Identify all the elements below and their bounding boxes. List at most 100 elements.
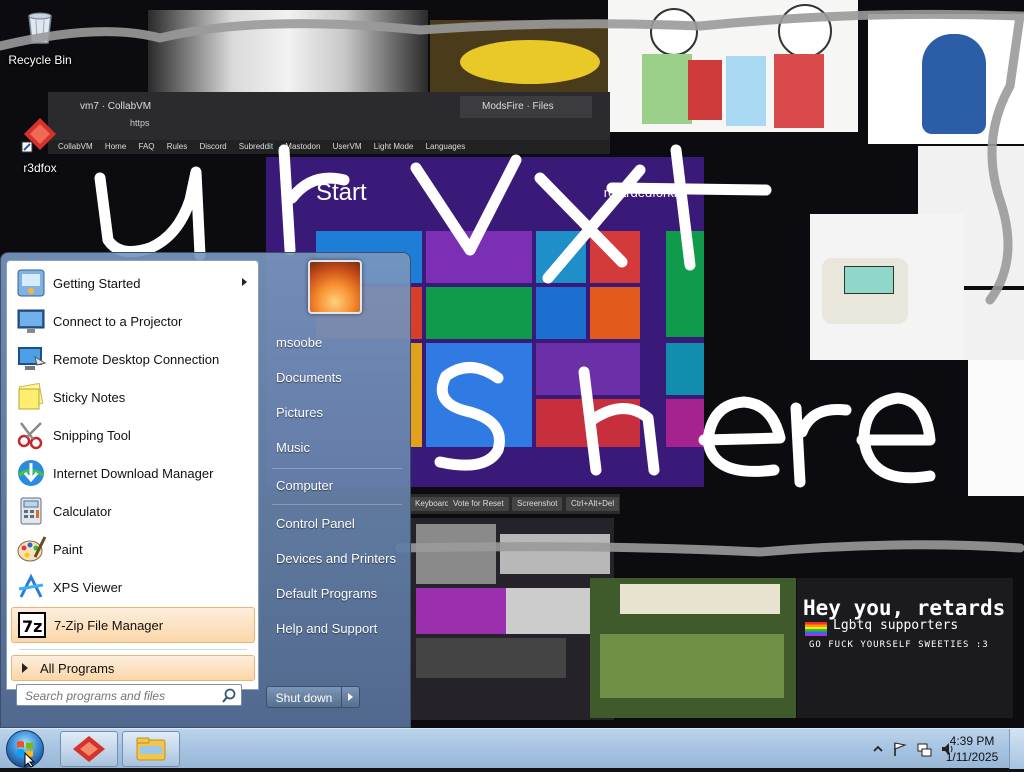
program-label: Remote Desktop Connection: [53, 351, 220, 367]
right-item-default-programs[interactable]: Default Programs: [268, 579, 414, 609]
taskbar: 4:39 PM 1/11/2025: [0, 728, 1024, 769]
tile-left[interactable]: [410, 343, 422, 447]
clock-time: 4:39 PM: [949, 734, 995, 748]
right-divider: [272, 504, 402, 505]
program-label: Paint: [53, 541, 83, 557]
paint-icon: [17, 536, 47, 562]
vm-toolbar: Keyboard Vote for Reset Screenshot Ctrl+…: [410, 494, 620, 514]
projector-icon: [17, 309, 45, 333]
tile-sport[interactable]: [536, 343, 640, 395]
sticker-subheading: Lgbtq supporters: [833, 618, 959, 633]
nav-item[interactable]: Light Mode: [374, 142, 414, 151]
browser-tab-modsfire[interactable]: ModsFire · Files: [460, 96, 592, 118]
tile-news[interactable]: [536, 399, 640, 447]
taskbar-explorer-button[interactable]: [122, 731, 180, 767]
desktop-icon-label: r3dfox: [23, 161, 57, 175]
ctrl-alt-del-button[interactable]: Ctrl+Alt+Del: [566, 497, 620, 511]
tile-store[interactable]: [666, 231, 704, 337]
nav-item[interactable]: Mastodon: [285, 142, 320, 151]
right-item-music[interactable]: Music: [268, 433, 414, 463]
win8-start-title: Start: [316, 179, 367, 206]
browser-url[interactable]: https: [130, 118, 150, 128]
program-xps-viewer[interactable]: XPS Viewer: [11, 569, 255, 605]
background-collage-fox: [868, 14, 1024, 144]
start-menu-programs-pane: Getting Started Connect to a Projector R…: [6, 260, 259, 690]
tile-ie[interactable]: [536, 287, 586, 339]
program-label: Calculator: [53, 503, 112, 519]
program-connect-projector[interactable]: Connect to a Projector: [11, 303, 255, 339]
program-getting-started[interactable]: Getting Started: [11, 265, 255, 301]
program-label: Getting Started: [53, 275, 141, 291]
program-7zip[interactable]: 7z 7-Zip File Manager: [11, 607, 255, 643]
tile-help[interactable]: [590, 287, 640, 339]
right-item-documents[interactable]: Documents: [268, 363, 414, 393]
program-paint[interactable]: Paint: [11, 531, 255, 567]
shutdown-button[interactable]: Shut down: [266, 686, 342, 708]
background-collage-trucks: [410, 518, 614, 720]
snipping-tool-icon: [17, 422, 43, 450]
nav-item[interactable]: Home: [105, 142, 126, 151]
program-calculator[interactable]: Calculator: [11, 493, 255, 529]
seven-zip-icon: 7z: [18, 612, 46, 638]
tile-finance[interactable]: [426, 287, 532, 339]
remote-desktop-icon: [18, 347, 47, 370]
taskbar-collabvm-button[interactable]: [60, 731, 118, 767]
getting-started-icon: [17, 269, 45, 297]
program-snipping-tool[interactable]: Snipping Tool: [11, 417, 255, 453]
clock-date: 1/11/2025: [945, 750, 999, 764]
show-desktop-button[interactable]: [1009, 729, 1024, 769]
program-label: Sticky Notes: [53, 389, 126, 405]
system-clock[interactable]: 4:39 PM 1/11/2025: [942, 733, 1002, 765]
program-sticky-notes[interactable]: Sticky Notes: [11, 379, 255, 415]
tile-calendar[interactable]: [426, 231, 532, 283]
desktop-icon-label: Recycle Bin: [8, 53, 72, 67]
program-label: Internet Download Manager: [53, 465, 214, 481]
svg-text:7z: 7z: [22, 617, 42, 636]
collabvm-icon: [73, 736, 105, 762]
right-item-computer[interactable]: Computer: [268, 471, 414, 501]
nav-item[interactable]: FAQ: [139, 142, 155, 151]
tile-weather[interactable]: [426, 343, 532, 447]
tile-small-1[interactable]: [536, 231, 586, 283]
nav-item[interactable]: Subreddit: [239, 142, 273, 151]
nav-item[interactable]: Discord: [199, 142, 226, 151]
sticker-heading: Hey you, retards: [803, 596, 1006, 620]
xps-viewer-icon: [18, 573, 44, 598]
tile-small-2[interactable]: [590, 231, 640, 283]
nav-item[interactable]: UserVM: [333, 142, 362, 151]
collabvm-navbar: CollabVM Home FAQ Rules Discord Subreddi…: [48, 140, 610, 154]
right-item-devices-printers[interactable]: Devices and Printers: [268, 544, 414, 574]
network-icon[interactable]: [916, 741, 932, 757]
programs-divider: [19, 649, 247, 650]
start-search-input[interactable]: [23, 687, 217, 705]
right-item-control-panel[interactable]: Control Panel: [268, 509, 414, 539]
desktop-icon-r3dfox[interactable]: r3dfox: [0, 114, 80, 175]
shutdown-options-arrow[interactable]: [342, 686, 360, 708]
all-programs-button[interactable]: All Programs: [11, 655, 255, 681]
win8-username: retardedforkie: [603, 185, 684, 200]
action-center-flag-icon[interactable]: [892, 741, 908, 757]
nav-item[interactable]: Languages: [426, 142, 466, 151]
vote-reset-button[interactable]: Vote for Reset: [448, 497, 509, 511]
right-item-user[interactable]: msoobe: [268, 328, 414, 358]
screenshot-button[interactable]: Screenshot: [512, 497, 563, 511]
program-remote-desktop[interactable]: Remote Desktop Connection: [11, 341, 255, 377]
program-idm[interactable]: Internet Download Manager: [11, 455, 255, 491]
folder-icon: [136, 737, 166, 761]
background-collage-dirt2: [590, 578, 796, 718]
desktop-icon-recycle-bin[interactable]: Recycle Bin: [0, 6, 80, 67]
background-collage-robot2: [964, 290, 1024, 360]
right-item-pictures[interactable]: Pictures: [268, 398, 414, 428]
sticker-line: GO FUCK YOURSELF SWEETIES :3: [809, 640, 989, 650]
start-search-box[interactable]: [16, 684, 242, 706]
user-picture-avatar[interactable]: [308, 260, 362, 314]
show-hidden-icons-icon[interactable]: [872, 743, 884, 755]
tile-travel[interactable]: [666, 343, 704, 395]
search-icon: [222, 688, 236, 703]
tile-maps[interactable]: [666, 399, 704, 447]
background-collage-doc: [968, 360, 1024, 496]
mouse-cursor-icon: [24, 752, 36, 768]
nav-item[interactable]: Rules: [167, 142, 187, 151]
right-item-help-support[interactable]: Help and Support: [268, 614, 414, 644]
submenu-arrow-icon: [242, 278, 247, 286]
